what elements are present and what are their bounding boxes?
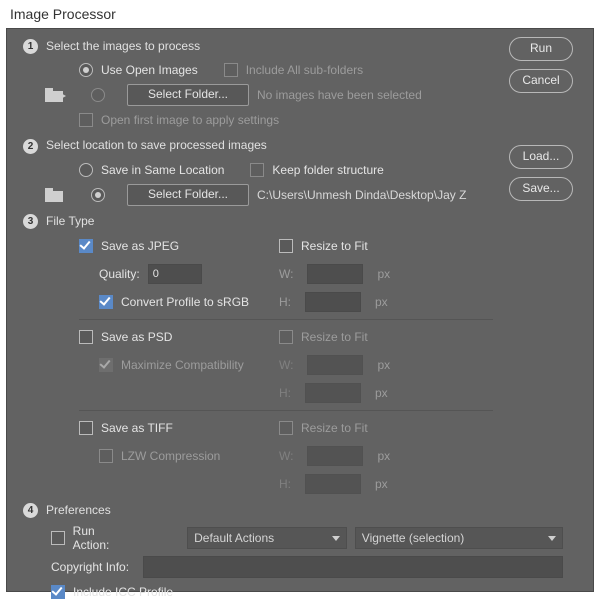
section-3-title: 3 File Type bbox=[23, 214, 493, 229]
open-first-image-checkbox bbox=[79, 113, 93, 127]
include-subfolders-checkbox bbox=[224, 63, 238, 77]
section-2-title: 2 Select location to save processed image… bbox=[23, 138, 493, 153]
include-icc-checkbox[interactable] bbox=[51, 585, 65, 599]
tiff-height-input bbox=[305, 474, 361, 494]
save-as-jpeg-label: Save as JPEG bbox=[101, 239, 179, 253]
jpeg-width-label: W: bbox=[279, 267, 293, 281]
select-output-folder-button[interactable]: Select Folder... bbox=[127, 184, 249, 206]
tiff-width-label: W: bbox=[279, 449, 293, 463]
cancel-button[interactable]: Cancel bbox=[509, 69, 573, 93]
convert-srgb-checkbox[interactable] bbox=[99, 295, 113, 309]
chevron-down-icon bbox=[548, 536, 556, 541]
select-output-folder-radio[interactable] bbox=[91, 188, 105, 202]
psd-height-label: H: bbox=[279, 386, 291, 400]
tiff-resize-label: Resize to Fit bbox=[301, 421, 368, 435]
section-2-heading: Select location to save processed images bbox=[46, 138, 267, 152]
load-button[interactable]: Load... bbox=[509, 145, 573, 169]
run-action-label: Run Action: bbox=[73, 524, 133, 552]
psd-height-unit: px bbox=[375, 386, 388, 400]
save-as-psd-label: Save as PSD bbox=[101, 330, 172, 344]
lzw-label: LZW Compression bbox=[121, 449, 220, 463]
run-action-checkbox[interactable] bbox=[51, 531, 65, 545]
action-name-select[interactable]: Vignette (selection) bbox=[355, 527, 563, 549]
copyright-label: Copyright Info: bbox=[51, 560, 129, 574]
step-badge-2: 2 bbox=[23, 139, 38, 154]
section-3-heading: File Type bbox=[46, 214, 94, 228]
copyright-input[interactable] bbox=[143, 556, 563, 578]
convert-srgb-label: Convert Profile to sRGB bbox=[121, 295, 249, 309]
tiff-width-unit: px bbox=[377, 449, 390, 463]
open-first-image-label: Open first image to apply settings bbox=[101, 113, 279, 127]
psd-resize-checkbox bbox=[279, 330, 293, 344]
keep-folder-structure-label: Keep folder structure bbox=[272, 163, 383, 177]
chevron-down-icon bbox=[332, 536, 340, 541]
tiff-resize-checkbox bbox=[279, 421, 293, 435]
psd-width-unit: px bbox=[377, 358, 390, 372]
psd-width-input bbox=[307, 355, 363, 375]
section-4-title: 4 Preferences bbox=[23, 503, 563, 518]
window-title: Image Processor bbox=[0, 0, 600, 28]
jpeg-height-label: H: bbox=[279, 295, 291, 309]
jpeg-resize-checkbox[interactable] bbox=[279, 239, 293, 253]
save-same-location-label: Save in Same Location bbox=[101, 163, 224, 177]
step-badge-4: 4 bbox=[23, 503, 38, 518]
no-images-label: No images have been selected bbox=[257, 88, 422, 102]
jpeg-quality-label: Quality: bbox=[99, 267, 140, 281]
action-set-value: Default Actions bbox=[194, 531, 274, 545]
save-as-jpeg-checkbox[interactable] bbox=[79, 239, 93, 253]
use-open-images-label: Use Open Images bbox=[101, 63, 198, 77]
output-folder-path: C:\Users\Unmesh Dinda\Desktop\Jay Z bbox=[257, 188, 466, 202]
max-compat-checkbox bbox=[99, 358, 113, 372]
include-icc-label: Include ICC Profile bbox=[73, 585, 173, 599]
save-as-tiff-checkbox[interactable] bbox=[79, 421, 93, 435]
dialog-panel: Run Cancel Load... Save... 1 Select the i… bbox=[6, 28, 594, 592]
step-badge-1: 1 bbox=[23, 39, 38, 54]
psd-resize-label: Resize to Fit bbox=[301, 330, 368, 344]
save-button[interactable]: Save... bbox=[509, 177, 573, 201]
section-1-heading: Select the images to process bbox=[46, 39, 200, 53]
select-input-folder-button[interactable]: Select Folder... bbox=[127, 84, 249, 106]
psd-width-label: W: bbox=[279, 358, 293, 372]
save-as-psd-checkbox[interactable] bbox=[79, 330, 93, 344]
save-as-tiff-label: Save as TIFF bbox=[101, 421, 173, 435]
jpeg-quality-input[interactable] bbox=[148, 264, 202, 284]
use-open-images-radio[interactable] bbox=[79, 63, 93, 77]
tiff-width-input bbox=[307, 446, 363, 466]
section-1-title: 1 Select the images to process bbox=[23, 39, 493, 54]
jpeg-height-unit: px bbox=[375, 295, 388, 309]
jpeg-resize-label: Resize to Fit bbox=[301, 239, 368, 253]
psd-height-input bbox=[305, 383, 361, 403]
tiff-height-label: H: bbox=[279, 477, 291, 491]
browse-input-folder-icon bbox=[45, 88, 69, 102]
action-set-select[interactable]: Default Actions bbox=[187, 527, 347, 549]
lzw-checkbox bbox=[99, 449, 113, 463]
max-compat-label: Maximize Compatibility bbox=[121, 358, 244, 372]
action-name-value: Vignette (selection) bbox=[362, 531, 465, 545]
divider bbox=[79, 319, 493, 320]
save-same-location-radio[interactable] bbox=[79, 163, 93, 177]
keep-folder-structure-checkbox bbox=[250, 163, 264, 177]
step-badge-3: 3 bbox=[23, 214, 38, 229]
include-subfolders-label: Include All sub-folders bbox=[246, 63, 363, 77]
output-folder-icon bbox=[45, 188, 63, 202]
jpeg-width-unit: px bbox=[377, 267, 390, 281]
select-input-folder-radio[interactable] bbox=[91, 88, 105, 102]
divider bbox=[79, 410, 493, 411]
tiff-height-unit: px bbox=[375, 477, 388, 491]
jpeg-height-input[interactable] bbox=[305, 292, 361, 312]
section-4-heading: Preferences bbox=[46, 503, 111, 517]
run-button[interactable]: Run bbox=[509, 37, 573, 61]
jpeg-width-input[interactable] bbox=[307, 264, 363, 284]
